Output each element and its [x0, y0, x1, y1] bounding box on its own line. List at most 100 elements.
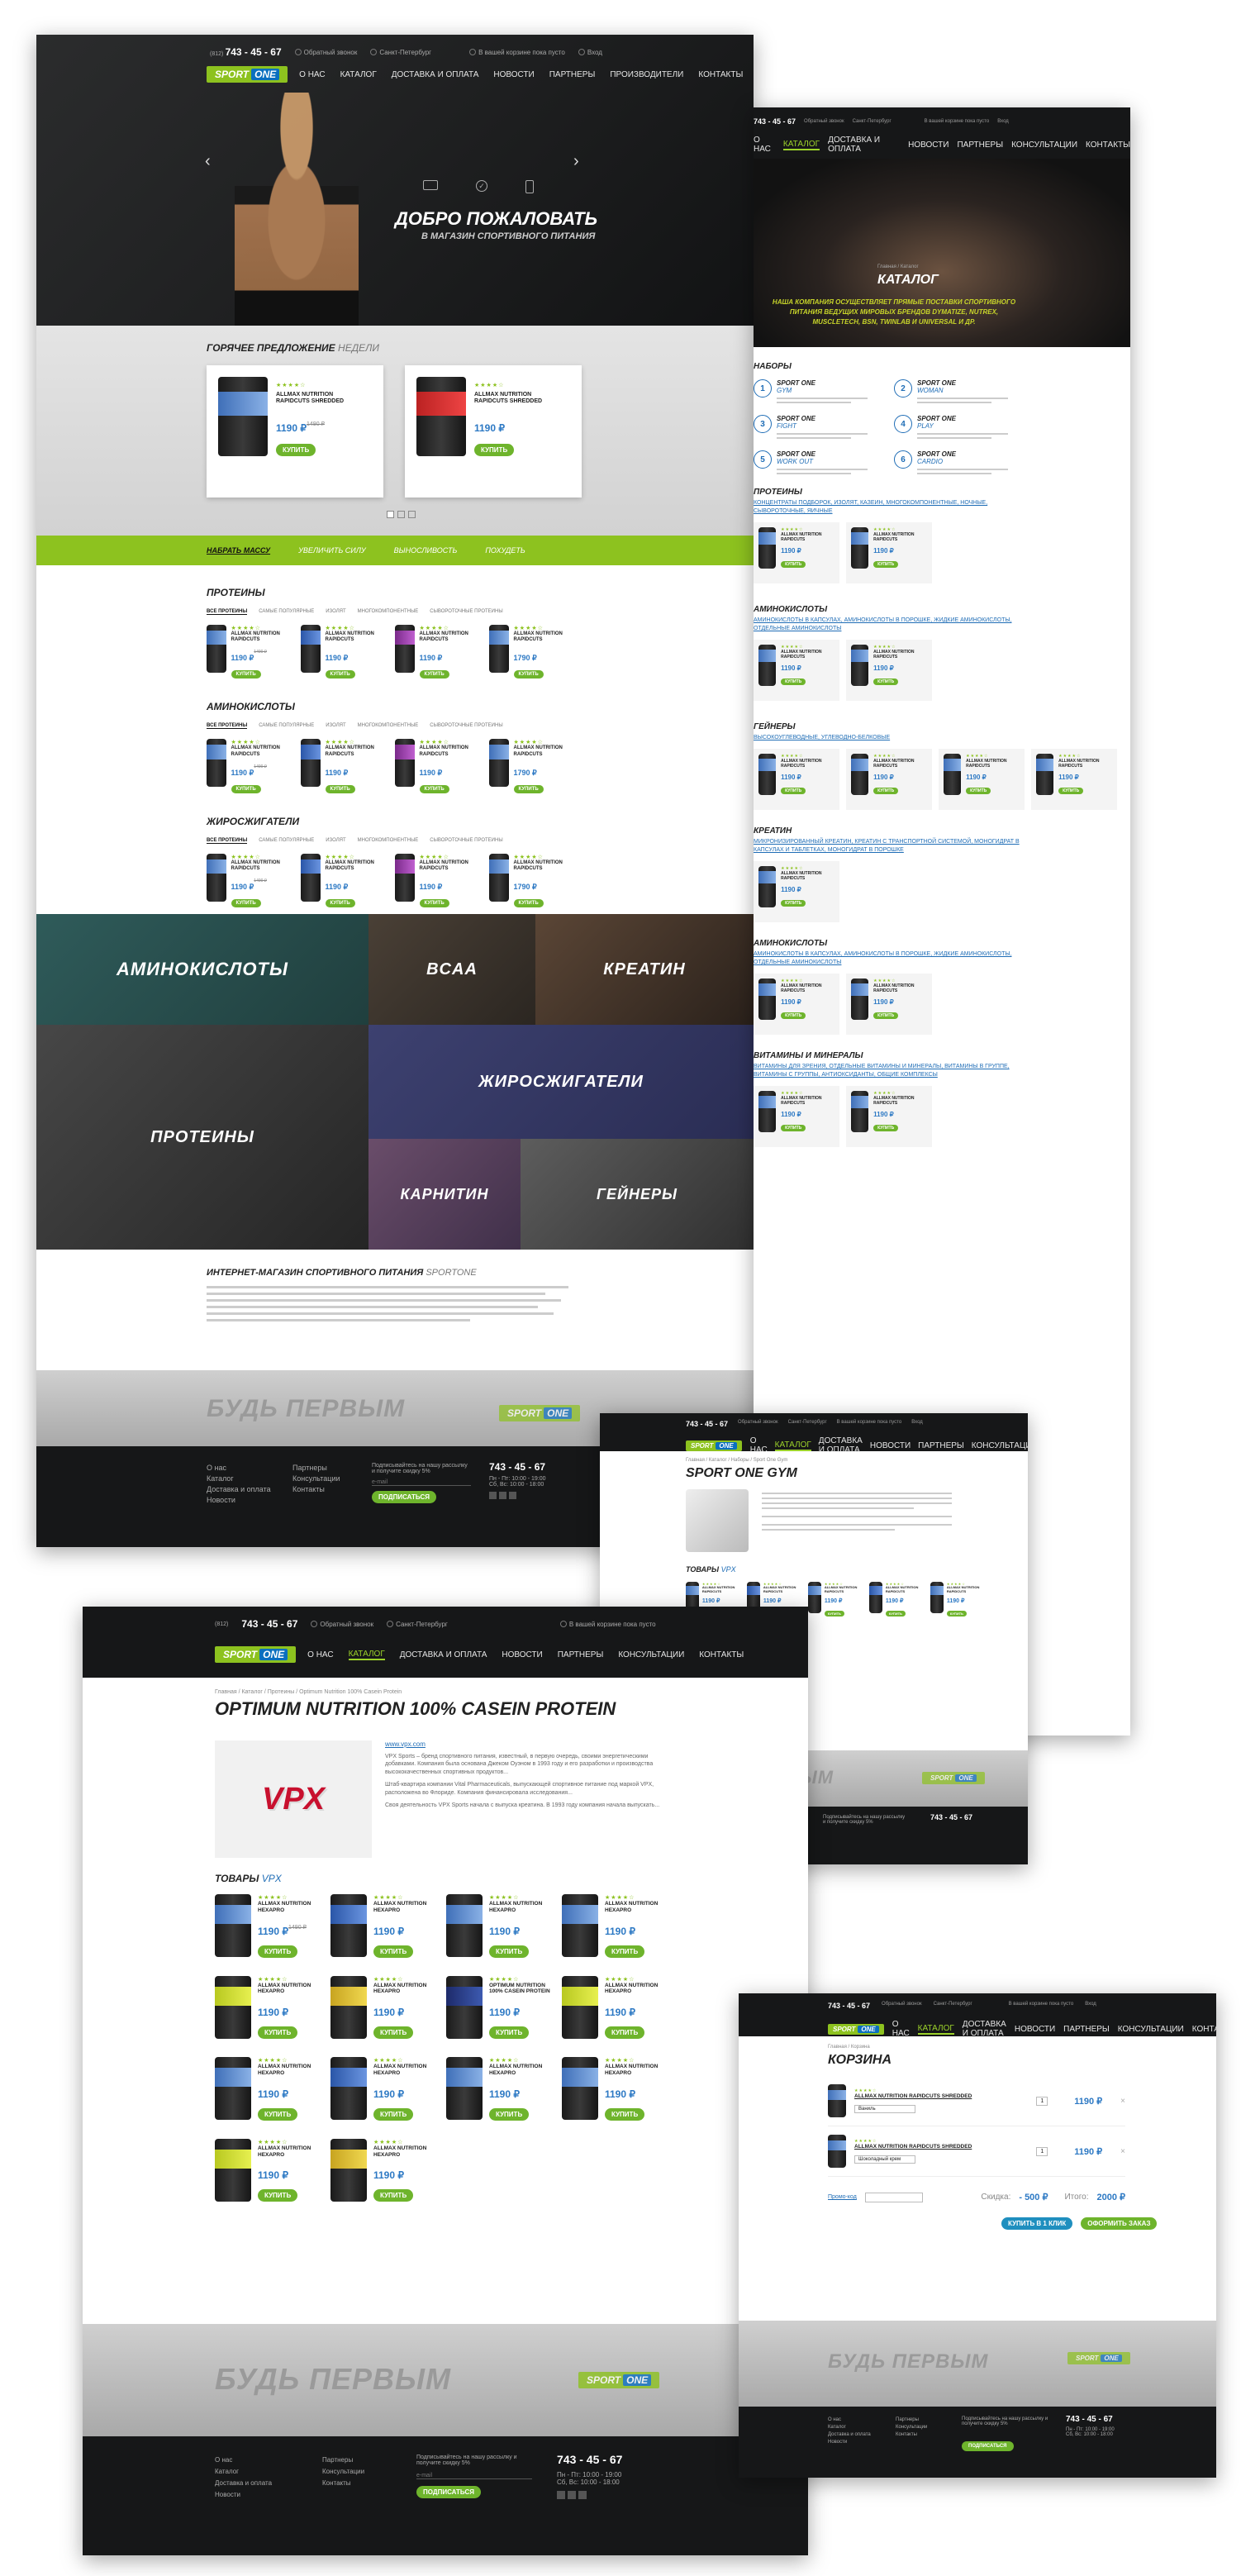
- buy-button[interactable]: КУПИТЬ: [513, 670, 544, 679]
- buy-button[interactable]: КУПИТЬ: [231, 670, 261, 679]
- product-name[interactable]: ALLMAX NUTRITION RAPIDCUTS: [781, 1096, 834, 1106]
- tile-fatburners[interactable]: ЖИРОСЖИГАТЕЛИ: [368, 1025, 754, 1139]
- nav-item[interactable]: КОНТАКТЫ: [698, 70, 743, 79]
- buy-button[interactable]: КУПИТЬ: [325, 670, 355, 679]
- login-label[interactable]: Вход: [1085, 2002, 1096, 2010]
- city-label[interactable]: Санкт-Петербург: [934, 2002, 972, 2010]
- subscribe-button[interactable]: ПОДПИСАТЬСЯ: [372, 1491, 436, 1503]
- product-name[interactable]: ALLMAX NUTRITION HEXAPRO: [373, 2064, 440, 2077]
- product-image[interactable]: [215, 2138, 251, 2202]
- product-card[interactable]: ★★★★☆ALLMAX NUTRITION RAPIDCUTS1190 ₽КУП…: [930, 1582, 985, 1619]
- footer-link[interactable]: Партнеры: [322, 2455, 364, 2466]
- nav-item[interactable]: НОВОСТИ: [1015, 2025, 1055, 2034]
- product-name[interactable]: ALLMAX NUTRITION RAPIDCUTS: [781, 759, 834, 769]
- product-name[interactable]: ALLMAX NUTRITION HEXAPRO: [489, 1901, 555, 1914]
- product-name[interactable]: ALLMAX NUTRITION RAPIDCUTS: [514, 631, 568, 643]
- footer-link[interactable]: Доставка и оплата: [828, 2431, 871, 2439]
- product-name[interactable]: ALLMAX NUTRITION RAPIDCUTS: [966, 759, 1020, 769]
- product-card[interactable]: ★★★★☆ ALLMAX NUTRITION RAPIDCUTS 1790 ₽ КУП…: [489, 739, 568, 793]
- product-name[interactable]: ALLMAX NUTRITION RAPIDCUTS: [420, 860, 474, 872]
- product-name[interactable]: ALLMAX NUTRITION RAPIDCUTS: [231, 860, 286, 872]
- buy-button[interactable]: КУПИТЬ: [513, 784, 544, 793]
- category-tab[interactable]: ИЗОЛЯТ: [326, 838, 345, 843]
- pager-dot[interactable]: [387, 511, 394, 518]
- catalog-section-links[interactable]: ВЫСОКОУГЛЕВОДНЫЕ, УГЛЕВОДНО-БЕЛКОВЫЕ: [754, 734, 1034, 742]
- product-image[interactable]: [869, 1582, 882, 1613]
- product-image[interactable]: [215, 1975, 251, 2039]
- product-image[interactable]: [207, 739, 226, 788]
- buy-button[interactable]: КУПИТЬ: [1058, 788, 1084, 794]
- nav-item[interactable]: ДОСТАВКА И ОПЛАТА: [400, 1650, 487, 1659]
- quantity-field[interactable]: 1: [1036, 2096, 1048, 2106]
- product-image[interactable]: [446, 1975, 483, 2039]
- vk-icon[interactable]: [489, 1492, 497, 1499]
- product-name[interactable]: ALLMAX NUTRITION HEXAPRO: [373, 1983, 440, 1996]
- buy-button[interactable]: КУПИТЬ: [966, 788, 991, 794]
- tile-bcaa[interactable]: BCAA: [368, 914, 535, 1025]
- nav-item[interactable]: О НАС: [299, 70, 325, 79]
- product-name[interactable]: ALLMAX NUTRITION RAPIDCUTS SHREDDED: [276, 392, 367, 406]
- logo[interactable]: SPORT ONE: [686, 1440, 742, 1451]
- product-name[interactable]: ALLMAX NUTRITION RAPIDCUTS: [873, 983, 927, 993]
- city-select[interactable]: Санкт-Петербург: [387, 1621, 448, 1628]
- category-tab[interactable]: МНОГОКОМПОНЕНТНЫЕ: [358, 838, 419, 843]
- product-image[interactable]: [851, 1091, 869, 1132]
- city-label[interactable]: Санкт-Петербург: [853, 119, 892, 124]
- buy-button[interactable]: КУПИТЬ: [513, 899, 544, 908]
- product-name[interactable]: ALLMAX NUTRITION RAPIDCUTS: [947, 1585, 985, 1594]
- footer-link[interactable]: Консультации: [322, 2466, 364, 2478]
- callback-label[interactable]: Обратный звонок: [804, 119, 844, 124]
- product-card[interactable]: ★★★★☆ ALLMAX NUTRITION HEXAPRO 1190 ₽ КУПИТ…: [215, 2057, 330, 2121]
- product-name[interactable]: ALLMAX NUTRITION RAPIDCUTS SHREDDED: [474, 392, 565, 406]
- nav-item[interactable]: ПРОИЗВОДИТЕЛИ: [610, 70, 683, 79]
- product-card[interactable]: ★★★★☆ALLMAX NUTRITION RAPIDCUTS1190 ₽КУП…: [846, 749, 932, 810]
- nav-item[interactable]: О НАС: [307, 1650, 333, 1659]
- product-image[interactable]: [851, 645, 869, 686]
- footer-link[interactable]: Партнеры: [292, 1463, 340, 1474]
- product-image[interactable]: [758, 645, 777, 686]
- product-image[interactable]: [828, 2084, 846, 2117]
- product-image[interactable]: [489, 853, 509, 902]
- footer-link[interactable]: Каталог: [828, 2424, 871, 2431]
- product-name[interactable]: ALLMAX NUTRITION RAPIDCUTS: [781, 532, 834, 542]
- product-name[interactable]: ALLMAX NUTRITION HEXAPRO: [605, 2064, 671, 2077]
- hot-offer-card[interactable]: ★★★★☆ ALLMAX NUTRITION RAPIDCUTS SHREDDED…: [405, 365, 582, 498]
- footer-link[interactable]: Каталог: [207, 1474, 271, 1484]
- logo[interactable]: SPORT ONE: [207, 66, 288, 83]
- product-image[interactable]: [562, 1894, 598, 1957]
- product-card[interactable]: ★★★★☆ALLMAX NUTRITION RAPIDCUTS1190 ₽КУП…: [846, 1086, 932, 1147]
- buy-button[interactable]: КУПИТЬ: [824, 1610, 844, 1617]
- buy-button[interactable]: КУПИТЬ: [946, 1610, 967, 1617]
- nav-item[interactable]: КАТАЛОГ: [774, 1440, 811, 1451]
- goal-tab[interactable]: ПОХУДЕТЬ: [485, 546, 525, 555]
- buy-button[interactable]: КУПИТЬ: [605, 2107, 645, 2121]
- footer-link[interactable]: Каталог: [215, 2466, 272, 2478]
- footer-link[interactable]: Новости: [828, 2439, 871, 2446]
- product-image[interactable]: [851, 754, 869, 795]
- promo-input[interactable]: [864, 2192, 923, 2202]
- category-tab[interactable]: МНОГОКОМПОНЕНТНЫЕ: [358, 723, 419, 728]
- product-name[interactable]: ALLMAX NUTRITION RAPIDCUTS: [420, 631, 474, 643]
- product-card[interactable]: ★★★★☆ALLMAX NUTRITION RAPIDCUTS1190 ₽КУП…: [395, 739, 474, 793]
- set-item[interactable]: 3 SPORT ONE FIGHT: [754, 415, 894, 439]
- product-name[interactable]: OPTIMUM NUTRITION 100% CASEIN PROTEIN: [489, 1983, 555, 1996]
- product-card[interactable]: ★★★★☆ALLMAX NUTRITION RAPIDCUTS1190 ₽КУП…: [869, 1582, 924, 1619]
- phone-number[interactable]: (812) 743 - 45 - 67: [210, 46, 282, 58]
- login-link[interactable]: Вход: [578, 49, 602, 56]
- callback-label[interactable]: Обратный звонок: [882, 2002, 922, 2010]
- product-card[interactable]: ★★★★☆ ALLMAX NUTRITION HEXAPRO 1190 ₽ КУПИТ…: [330, 1975, 446, 2040]
- nav-item[interactable]: КОНТАКТЫ: [1086, 140, 1130, 150]
- product-card[interactable]: ★★★★☆ALLMAX NUTRITION RAPIDCUTS1190 ₽КУП…: [754, 1086, 839, 1147]
- product-card[interactable]: ★★★★☆ ALLMAX NUTRITION RAPIDCUTS 1190 ₽149…: [207, 625, 286, 679]
- product-image[interactable]: [218, 377, 268, 456]
- product-image[interactable]: [758, 527, 777, 569]
- pager-dot[interactable]: [408, 511, 416, 518]
- product-card[interactable]: ★★★★☆ OPTIMUM NUTRITION 100% CASEIN PROTE…: [446, 1975, 562, 2040]
- product-name[interactable]: ALLMAX NUTRITION RAPIDCUTS: [873, 532, 927, 542]
- buy-button[interactable]: КУПИТЬ: [781, 788, 806, 794]
- nav-item[interactable]: ПАРТНЕРЫ: [558, 1650, 604, 1659]
- product-card[interactable]: ★★★★☆ALLMAX NUTRITION RAPIDCUTS1190 ₽КУП…: [301, 739, 380, 793]
- product-card[interactable]: ★★★★☆ ALLMAX NUTRITION HEXAPRO 1190 ₽ КУПИТ…: [446, 1894, 562, 1958]
- buy-button[interactable]: КУПИТЬ: [474, 443, 515, 456]
- product-image[interactable]: [489, 739, 509, 788]
